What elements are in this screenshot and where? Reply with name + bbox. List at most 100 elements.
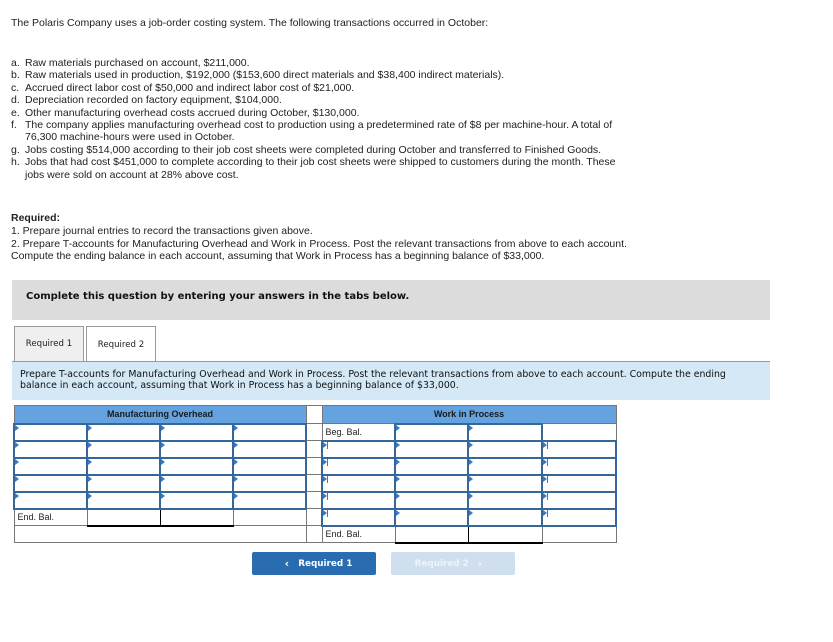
amount-input[interactable] [88,492,159,508]
amount-input[interactable] [469,492,541,508]
account-select[interactable] [13,439,88,459]
amount-input[interactable] [396,424,467,440]
t-account-title: Work in Process [321,405,617,424]
amount-input[interactable] [234,492,306,508]
amount-input[interactable] [396,441,467,457]
debit-amount[interactable] [86,456,161,476]
account-select-input[interactable] [543,492,615,508]
credit-amount[interactable] [231,490,308,510]
credit-cell[interactable] [467,422,543,442]
debit-amount[interactable] [394,490,469,510]
amount-input[interactable] [469,441,541,457]
credit-amount[interactable] [231,422,308,442]
account-select[interactable] [159,422,234,442]
amount-input[interactable] [469,475,541,491]
account-select[interactable] [159,473,234,493]
amount-input[interactable] [396,509,467,525]
credit-amount[interactable] [467,473,543,493]
account-select-input[interactable] [15,441,86,457]
amount-input[interactable] [396,458,467,474]
account-select-input[interactable] [161,492,232,508]
account-select-input[interactable] [543,441,615,457]
debit-amount[interactable] [394,507,469,527]
account-select[interactable] [541,507,617,527]
debit-amount[interactable] [86,490,161,510]
instruction-banner: Complete this question by entering your … [12,280,770,320]
account-select[interactable] [159,490,234,510]
amount-input[interactable] [88,475,159,491]
account-select[interactable] [321,439,396,459]
credit-amount[interactable] [467,490,543,510]
debit-amount[interactable] [394,456,469,476]
credit-amount[interactable] [467,456,543,476]
amount-input[interactable] [88,424,159,440]
account-select-input[interactable] [323,475,394,491]
account-select[interactable] [541,439,617,459]
transaction-item: a. Raw materials purchased on account, $2… [11,57,711,69]
account-select[interactable] [321,490,396,510]
account-select[interactable] [13,473,88,493]
account-select-input[interactable] [161,475,232,491]
amount-input[interactable] [396,475,467,491]
tab-instruction-text: Prepare T-accounts for Manufacturing Ove… [20,369,726,391]
transaction-text: Jobs costing $514,000 according to their… [25,143,602,156]
previous-tab-button[interactable]: ‹ Required 1 [252,552,376,575]
account-select[interactable] [541,473,617,493]
account-select-input[interactable] [543,509,615,525]
transaction-label: h. [11,156,20,169]
account-select[interactable] [159,439,234,459]
transaction-item: h. Jobs that had cost $451,000 to complet… [11,156,711,181]
credit-amount[interactable] [231,439,308,459]
amount-input[interactable] [234,458,306,474]
amount-input[interactable] [396,492,467,508]
account-select[interactable] [541,456,617,476]
account-select-input[interactable] [323,509,394,525]
debit-amount[interactable] [86,439,161,459]
account-select-input[interactable] [543,458,615,474]
transaction-text: The company applies manufacturing overhe… [25,119,613,132]
account-select[interactable] [321,473,396,493]
debit-amount[interactable] [394,439,469,459]
account-select-input[interactable] [15,424,86,440]
amount-input[interactable] [88,441,159,457]
tab-required-2[interactable]: Required 2 [86,326,156,362]
account-select-input[interactable] [323,458,394,474]
debit-credit-row [321,490,617,510]
amount-input[interactable] [88,458,159,474]
account-select[interactable] [541,490,617,510]
debit-amount[interactable] [86,473,161,493]
account-select[interactable] [13,456,88,476]
tab-required-1[interactable]: Required 1 [14,326,84,361]
credit-amount[interactable] [467,507,543,527]
amount-input[interactable] [234,441,306,457]
amount-input[interactable] [234,424,306,440]
account-select-input[interactable] [323,492,394,508]
account-select[interactable] [13,422,88,442]
credit-amount[interactable] [467,439,543,459]
amount-input[interactable] [234,475,306,491]
account-select-input[interactable] [543,475,615,491]
account-select[interactable] [321,507,396,527]
amount-input[interactable] [469,458,541,474]
account-select[interactable] [159,456,234,476]
account-select[interactable] [321,456,396,476]
account-select-input[interactable] [15,475,86,491]
account-select-input[interactable] [15,458,86,474]
account-select-input[interactable] [15,492,86,508]
debit-amount[interactable] [394,473,469,493]
amount-input[interactable] [469,424,541,440]
debit-amount[interactable] [86,422,161,442]
credit-amount[interactable] [231,456,308,476]
account-select-input[interactable] [161,458,232,474]
next-tab-button[interactable]: Required 2 › [391,552,515,575]
account-select-input[interactable] [323,441,394,457]
beginning-balance-amount[interactable] [394,422,469,442]
empty-cell [541,423,617,441]
transaction-text: Other manufacturing overhead costs accru… [25,106,360,119]
transaction-label: g. [11,143,20,156]
account-select-input[interactable] [161,441,232,457]
amount-input[interactable] [469,509,541,525]
account-select-input[interactable] [161,424,232,440]
account-select[interactable] [13,490,88,510]
credit-amount[interactable] [231,473,308,493]
